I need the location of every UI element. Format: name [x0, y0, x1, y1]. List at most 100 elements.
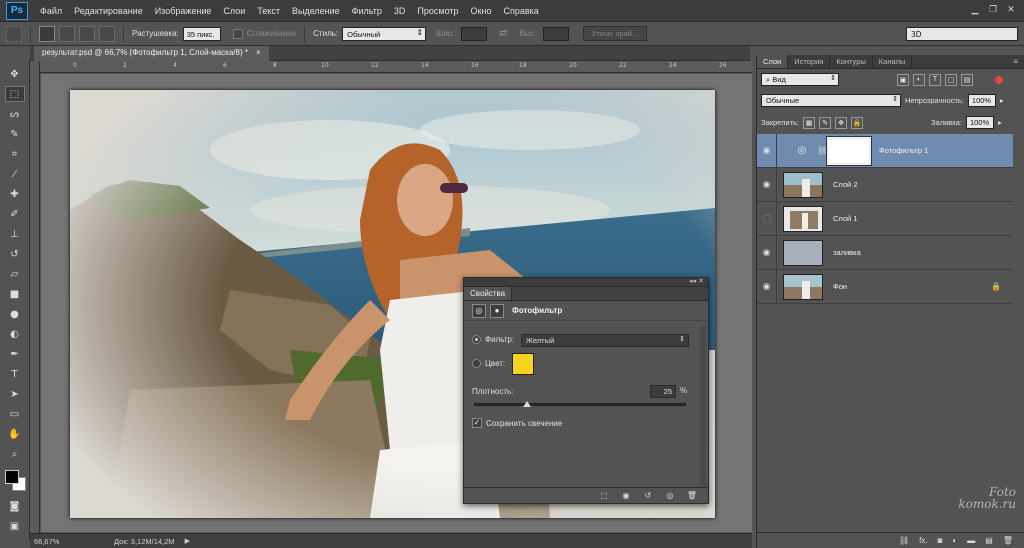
color-swatch[interactable]	[512, 353, 534, 375]
layer-style-icon[interactable]: fx.	[919, 536, 927, 545]
properties-scrollbar[interactable]	[700, 326, 706, 486]
menu-help[interactable]: Справка	[497, 6, 544, 16]
blur-tool-icon[interactable]: ●	[5, 306, 25, 322]
menu-filter[interactable]: Фильтр	[346, 6, 388, 16]
properties-panel-header[interactable]: ◂◂ ✕	[464, 278, 708, 287]
opacity-input[interactable]: 100%	[967, 94, 996, 107]
visibility-eye-icon[interactable]: ◉	[757, 235, 777, 270]
feather-input[interactable]: 35 пикс.	[182, 26, 221, 41]
opacity-arrow-icon[interactable]: ▸	[1000, 96, 1004, 105]
style-select[interactable]: Обычный	[342, 26, 427, 41]
layer-kind-select[interactable]: ⌕ Вид	[761, 73, 839, 86]
close-document-icon[interactable]: ×	[256, 48, 261, 59]
layer-name[interactable]: Слой 1	[833, 214, 858, 223]
tab-paths[interactable]: Контуры	[830, 55, 873, 68]
tab-channels[interactable]: Каналы	[873, 55, 913, 68]
density-slider[interactable]	[474, 403, 686, 406]
filter-pixel-icon[interactable]: ▣	[897, 73, 909, 86]
color-radio[interactable]	[472, 359, 481, 368]
zoom-tool-icon[interactable]: ⌕	[5, 446, 25, 462]
layer-name[interactable]: Фотофильтр 1	[879, 146, 928, 155]
filter-adjustment-icon[interactable]: ◐	[913, 73, 925, 86]
eyedropper-tool-icon[interactable]: ⁄	[5, 166, 25, 182]
quick-mask-icon[interactable]: ◙	[5, 498, 25, 514]
eraser-tool-icon[interactable]: ▱	[5, 266, 25, 282]
layer-name[interactable]: Фон	[833, 282, 847, 291]
zoom-level[interactable]: 66,67%	[34, 537, 74, 546]
menu-layer[interactable]: Слои	[217, 6, 251, 16]
menu-file[interactable]: Файл	[34, 6, 68, 16]
layer-name[interactable]: Слой 2	[833, 180, 858, 189]
layer-mask-thumbnail[interactable]	[827, 136, 871, 165]
fill-input[interactable]: 100%	[965, 116, 994, 129]
document-tab[interactable]: результат.psd @ 66,7% (Фотофильтр 1, Сло…	[34, 46, 269, 61]
link-layers-icon[interactable]: ⛓	[899, 536, 909, 545]
tab-history[interactable]: История	[788, 55, 831, 68]
lock-image-icon[interactable]: ✎	[819, 116, 832, 129]
menu-image[interactable]: Изображение	[149, 6, 218, 16]
new-selection-icon[interactable]	[39, 25, 55, 42]
move-tool-icon[interactable]: ✥	[5, 66, 25, 82]
color-swatches[interactable]	[3, 468, 27, 494]
tab-layers[interactable]: Слои	[757, 55, 789, 68]
refine-edge-button[interactable]: Уточн. край...	[582, 26, 648, 41]
visibility-eye-icon[interactable]: ◉	[757, 133, 777, 168]
restore-icon[interactable]: ❐	[986, 3, 1000, 17]
filter-shape-icon[interactable]: ▢	[945, 73, 957, 86]
type-tool-icon[interactable]: T	[5, 366, 25, 382]
filter-type-icon[interactable]: T	[929, 73, 941, 86]
reset-icon[interactable]: ↺	[640, 490, 656, 502]
menu-view[interactable]: Просмотр	[411, 6, 464, 16]
foreground-color-swatch[interactable]	[4, 470, 19, 484]
add-selection-icon[interactable]	[59, 25, 75, 42]
healing-brush-tool-icon[interactable]: ✚	[5, 186, 25, 202]
fill-arrow-icon[interactable]: ▸	[998, 118, 1002, 127]
filter-toggle[interactable]	[995, 75, 1003, 84]
height-input[interactable]	[542, 26, 569, 41]
menu-type[interactable]: Текст	[251, 6, 286, 16]
close-icon[interactable]: ✕	[1004, 3, 1018, 17]
visibility-eye-icon[interactable]: ◉	[757, 269, 777, 304]
tab-properties[interactable]: Свойства	[464, 287, 513, 300]
filter-radio[interactable]	[472, 335, 481, 344]
menu-edit[interactable]: Редактирование	[68, 6, 149, 16]
layer-row-layer2[interactable]: ◉ Слой 2	[757, 167, 1013, 202]
pen-tool-icon[interactable]: ✒	[5, 346, 25, 362]
path-selection-tool-icon[interactable]: ➤	[5, 386, 25, 402]
visibility-eye-icon[interactable]: ◉	[757, 167, 777, 202]
shape-tool-icon[interactable]: ▭	[5, 406, 25, 422]
layer-name[interactable]: заливка	[833, 248, 861, 257]
lock-transparent-icon[interactable]: ▦	[803, 116, 816, 129]
view-previous-state-icon[interactable]: ◉	[618, 490, 634, 502]
marquee-tool-icon[interactable]: ⬚	[4, 86, 25, 102]
clone-stamp-tool-icon[interactable]: ⊥	[5, 226, 25, 242]
status-menu-arrow-icon[interactable]: ▶	[185, 537, 190, 545]
menu-window[interactable]: Окно	[465, 6, 498, 16]
hand-tool-icon[interactable]: ✋	[5, 426, 25, 442]
layer-row-background[interactable]: ◉ Фон 🔒	[757, 269, 1013, 304]
clip-to-layer-icon[interactable]: ⬚	[596, 490, 612, 502]
layer-row-fill[interactable]: ◉ заливка	[757, 235, 1013, 270]
menu-select[interactable]: Выделение	[286, 6, 346, 16]
visibility-hidden-icon[interactable]	[757, 201, 777, 236]
history-brush-tool-icon[interactable]: ↺	[5, 246, 25, 262]
lock-all-icon[interactable]: 🔒	[851, 116, 864, 129]
lock-position-icon[interactable]: ✥	[835, 116, 848, 129]
filter-select[interactable]: Желтый	[521, 334, 689, 347]
filter-smart-object-icon[interactable]: ▤	[961, 73, 973, 86]
density-slider-thumb[interactable]	[523, 401, 531, 407]
collapse-icon[interactable]: ◂◂ ✕	[689, 277, 704, 285]
dodge-tool-icon[interactable]: ◐	[5, 326, 25, 342]
density-input[interactable]: 25	[650, 385, 676, 398]
layer-row-layer1[interactable]: Слой 1	[757, 201, 1013, 236]
brush-tool-icon[interactable]: ✐	[5, 206, 25, 222]
mask-icon[interactable]: ●	[490, 303, 504, 318]
crop-tool-icon[interactable]: ⌗	[5, 146, 25, 162]
menu-3d[interactable]: 3D	[388, 6, 412, 16]
subtract-selection-icon[interactable]	[79, 25, 95, 42]
quick-selection-tool-icon[interactable]: ✎	[5, 126, 25, 142]
adjustment-icon[interactable]: ◎	[472, 303, 486, 318]
intersect-selection-icon[interactable]	[99, 25, 115, 42]
trash-icon[interactable]: 🗑	[684, 490, 700, 502]
minimize-icon[interactable]: ▁	[968, 3, 982, 17]
